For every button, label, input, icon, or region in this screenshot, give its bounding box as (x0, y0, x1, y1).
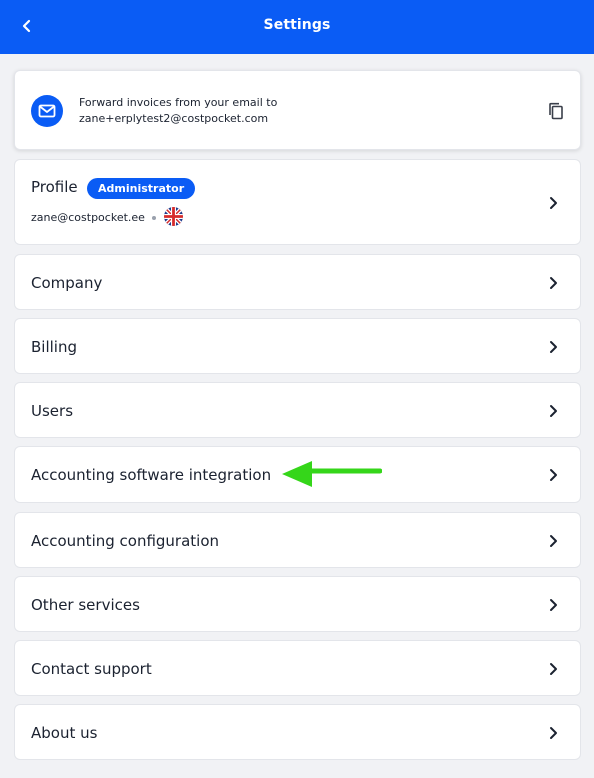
menu-item-users[interactable]: Users (14, 382, 581, 438)
uk-flag-icon[interactable] (164, 207, 183, 226)
menu-item-contact-support[interactable]: Contact support (14, 640, 581, 696)
page-title: Settings (263, 17, 331, 33)
menu-item-label: Users (31, 402, 74, 420)
menu-item-label: Contact support (31, 660, 152, 678)
menu-item-label: About us (31, 724, 98, 742)
chevron-right-icon (546, 662, 560, 676)
menu-item-label: Company (31, 274, 103, 292)
forward-invoices-card: Forward invoices from your email to zane… (14, 70, 581, 150)
menu-item-label: Accounting software integration (31, 466, 272, 484)
menu-item-label: Accounting configuration (31, 532, 220, 550)
menu-item-company[interactable]: Company (14, 254, 581, 310)
role-badge: Administrator (87, 178, 196, 199)
profile-row[interactable]: Profile Administrator zane@costpocket.ee (14, 159, 581, 245)
mail-icon (31, 95, 63, 127)
copy-button[interactable] (546, 101, 566, 121)
chevron-right-icon (546, 404, 560, 418)
menu-item-billing[interactable]: Billing (14, 318, 581, 374)
menu-item-label: Billing (31, 338, 77, 356)
chevron-right-icon (546, 598, 560, 612)
green-arrow-icon (282, 461, 382, 487)
forward-email-address: zane+erplytest2@costpocket.com (79, 112, 269, 125)
menu-item-other-services[interactable]: Other services (14, 576, 581, 632)
top-bar: Settings (0, 0, 594, 54)
forward-text: Forward invoices from your email to zane… (79, 95, 277, 127)
profile-email: zane@costpocket.ee (31, 211, 145, 224)
chevron-right-icon (546, 196, 560, 210)
profile-title: Profile (31, 178, 78, 196)
separator-dot (152, 216, 156, 220)
chevron-right-icon (546, 726, 560, 740)
menu-item-accounting-configuration[interactable]: Accounting configuration (14, 512, 581, 568)
forward-instruction: Forward invoices from your email to (79, 96, 278, 109)
chevron-right-icon (546, 534, 560, 548)
chevron-right-icon (546, 276, 560, 290)
chevron-right-icon (546, 468, 560, 482)
menu-item-label: Other services (31, 596, 140, 614)
copy-icon (549, 102, 563, 120)
menu-item-about-us[interactable]: About us (14, 704, 581, 760)
chevron-right-icon (546, 340, 560, 354)
